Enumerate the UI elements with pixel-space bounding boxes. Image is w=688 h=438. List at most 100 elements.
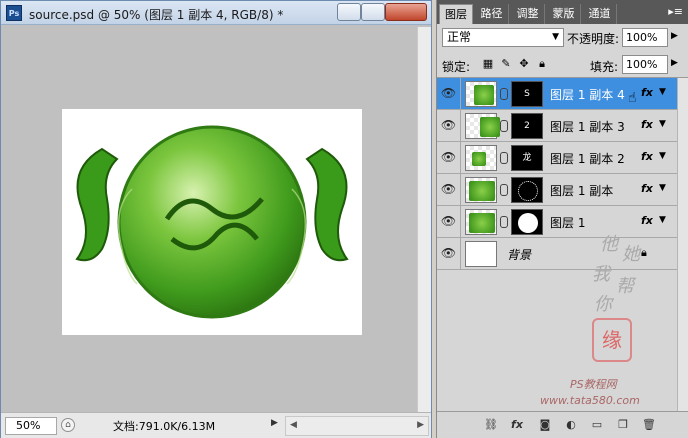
lock-all-icon[interactable]: 🔒︎ xyxy=(535,57,549,71)
layer-thumbnail xyxy=(465,241,497,267)
opacity-field[interactable]: 100% xyxy=(622,28,668,47)
link-icon[interactable] xyxy=(500,216,508,228)
add-style-icon[interactable]: fx xyxy=(509,417,525,433)
tab-channels[interactable]: 通道 xyxy=(583,4,617,24)
vertical-scrollbar[interactable] xyxy=(417,27,431,412)
delete-layer-icon[interactable]: 🗑︎ xyxy=(641,417,657,433)
chevron-down-icon: ▼ xyxy=(552,32,559,42)
panel-tabs: 图层 路径 调整 蒙版 通道 ▸≡ xyxy=(437,0,688,24)
hand-cursor-icon: ☝ xyxy=(628,90,637,106)
scroll-right-icon[interactable]: ▶ xyxy=(417,420,424,430)
zoom-field[interactable]: 50% xyxy=(5,417,57,435)
layer-name: 图层 1 副本 3 xyxy=(550,120,625,134)
panel-menu-icon[interactable]: ▸≡ xyxy=(668,5,683,18)
layer-name: 图层 1 副本 xyxy=(550,184,614,198)
watermark-site-url: www.tata580.com xyxy=(540,394,640,407)
layer-thumbnail xyxy=(465,81,497,107)
document-title: source.psd @ 50% (图层 1 副本 4, RGB/8) * xyxy=(29,8,284,22)
add-mask-icon[interactable]: ◙ xyxy=(537,417,553,433)
close-button[interactable] xyxy=(385,3,427,21)
eye-icon[interactable]: 👁︎ xyxy=(437,174,461,205)
adjustment-layer-icon[interactable]: ◐ xyxy=(563,417,579,433)
layer-name: 图层 1 副本 2 xyxy=(550,152,625,166)
maximize-button[interactable] xyxy=(361,3,385,21)
expand-arrow-icon[interactable]: ▼ xyxy=(659,183,666,193)
layer-name: 图层 1 副本 4 xyxy=(550,88,625,102)
layer-mask-thumbnail[interactable]: 2 xyxy=(511,113,543,139)
document-window: Ps source.psd @ 50% (图层 1 副本 4, RGB/8) * xyxy=(0,0,432,438)
layer-row[interactable]: 👁︎ 龙 图层 1 副本 2 fx ▼ xyxy=(437,142,677,174)
link-icon[interactable] xyxy=(500,120,508,132)
fx-icon[interactable]: fx xyxy=(641,118,653,131)
layer-thumbnail xyxy=(465,113,500,139)
new-group-icon[interactable]: ▭ xyxy=(589,417,605,433)
status-menu-arrow-icon[interactable]: ▶ xyxy=(271,418,278,428)
lock-label: 锁定: xyxy=(442,60,471,74)
watermark-char: 她 xyxy=(622,244,640,265)
blend-mode-value: 正常 xyxy=(447,30,472,44)
watermark-char: 你 xyxy=(594,294,612,315)
seal-stamp: 缘 xyxy=(592,318,632,362)
layer-mask-thumbnail[interactable] xyxy=(511,209,543,235)
layers-panel-footer: ⛓ fx ◙ ◐ ▭ ❐ 🗑︎ xyxy=(437,411,688,438)
tab-masks[interactable]: 蒙版 xyxy=(547,4,581,24)
watermark-site-name: PS教程网 xyxy=(570,378,617,391)
eye-icon[interactable]: 👁︎ xyxy=(437,78,461,109)
scroll-left-icon[interactable]: ◀ xyxy=(290,420,297,430)
canvas-area[interactable] xyxy=(5,27,417,412)
watermark-char: 我 xyxy=(592,264,610,285)
layer-name: 背景 xyxy=(507,248,532,262)
new-layer-icon[interactable]: ❐ xyxy=(615,417,631,433)
fx-icon[interactable]: fx xyxy=(641,86,653,99)
tab-adjustments[interactable]: 调整 xyxy=(511,4,545,24)
opacity-slider-arrow-icon[interactable]: ▶ xyxy=(671,31,678,41)
fx-icon[interactable]: fx xyxy=(641,214,653,227)
fx-icon[interactable]: fx xyxy=(641,150,653,163)
layer-row[interactable]: 👁︎ 图层 1 副本 fx ▼ xyxy=(437,174,677,206)
link-icon[interactable] xyxy=(500,184,508,196)
layer-thumbnail xyxy=(465,177,497,203)
blend-mode-select[interactable]: 正常 ▼ xyxy=(442,28,564,47)
lock-pixels-brush-icon[interactable]: ✎ xyxy=(499,57,513,71)
jade-disc xyxy=(117,125,307,319)
layer-name: 图层 1 xyxy=(550,216,586,230)
layer-row[interactable]: 👁︎ 2 图层 1 副本 3 fx ▼ xyxy=(437,110,677,142)
link-layers-icon[interactable]: ⛓ xyxy=(483,417,499,433)
jade-dragon-artwork xyxy=(75,125,349,319)
link-icon[interactable] xyxy=(500,152,508,164)
minimize-button[interactable] xyxy=(337,3,361,21)
horizontal-scrollbar[interactable]: ◀ ▶ xyxy=(285,416,429,436)
fill-slider-arrow-icon[interactable]: ▶ xyxy=(671,58,678,68)
expand-arrow-icon[interactable]: ▼ xyxy=(659,119,666,129)
tab-paths[interactable]: 路径 xyxy=(475,4,509,24)
left-dragon xyxy=(75,147,119,262)
status-bar: 50% ⌂ 文档:791.0K/6.13M ▶ ◀ ▶ xyxy=(1,412,431,438)
eye-icon[interactable]: 👁︎ xyxy=(437,238,461,269)
lock-position-icon[interactable]: ✥ xyxy=(517,57,531,71)
layer-mask-thumbnail[interactable] xyxy=(511,177,543,203)
expand-arrow-icon[interactable]: ▼ xyxy=(659,151,666,161)
canvas[interactable] xyxy=(62,109,362,335)
photoshop-icon: Ps xyxy=(6,5,22,21)
layer-mask-thumbnail[interactable]: S xyxy=(511,81,543,107)
right-dragon xyxy=(305,147,349,262)
lock-transparency-icon[interactable]: ▦ xyxy=(481,57,495,71)
tab-layers[interactable]: 图层 xyxy=(439,4,473,24)
eye-icon[interactable]: 👁︎ xyxy=(437,142,461,173)
expand-arrow-icon[interactable]: ▼ xyxy=(659,87,666,97)
document-title-bar[interactable]: Ps source.psd @ 50% (图层 1 副本 4, RGB/8) * xyxy=(1,1,431,25)
layer-thumbnail xyxy=(465,145,497,171)
fill-field[interactable]: 100% xyxy=(622,55,668,74)
fx-icon[interactable]: fx xyxy=(641,182,653,195)
expand-arrow-icon[interactable]: ▼ xyxy=(659,215,666,225)
opacity-label: 不透明度: xyxy=(567,32,620,46)
status-info-icon[interactable]: ⌂ xyxy=(61,418,75,432)
watermark-char: 他 xyxy=(600,234,618,255)
watermark-char: 帮 xyxy=(616,276,634,297)
document-size-info: 文档:791.0K/6.13M xyxy=(113,420,216,433)
layer-thumbnail xyxy=(465,209,497,235)
link-icon[interactable] xyxy=(500,88,508,100)
eye-icon[interactable]: 👁︎ xyxy=(437,206,461,237)
layer-mask-thumbnail[interactable]: 龙 xyxy=(511,145,543,171)
eye-icon[interactable]: 👁︎ xyxy=(437,110,461,141)
